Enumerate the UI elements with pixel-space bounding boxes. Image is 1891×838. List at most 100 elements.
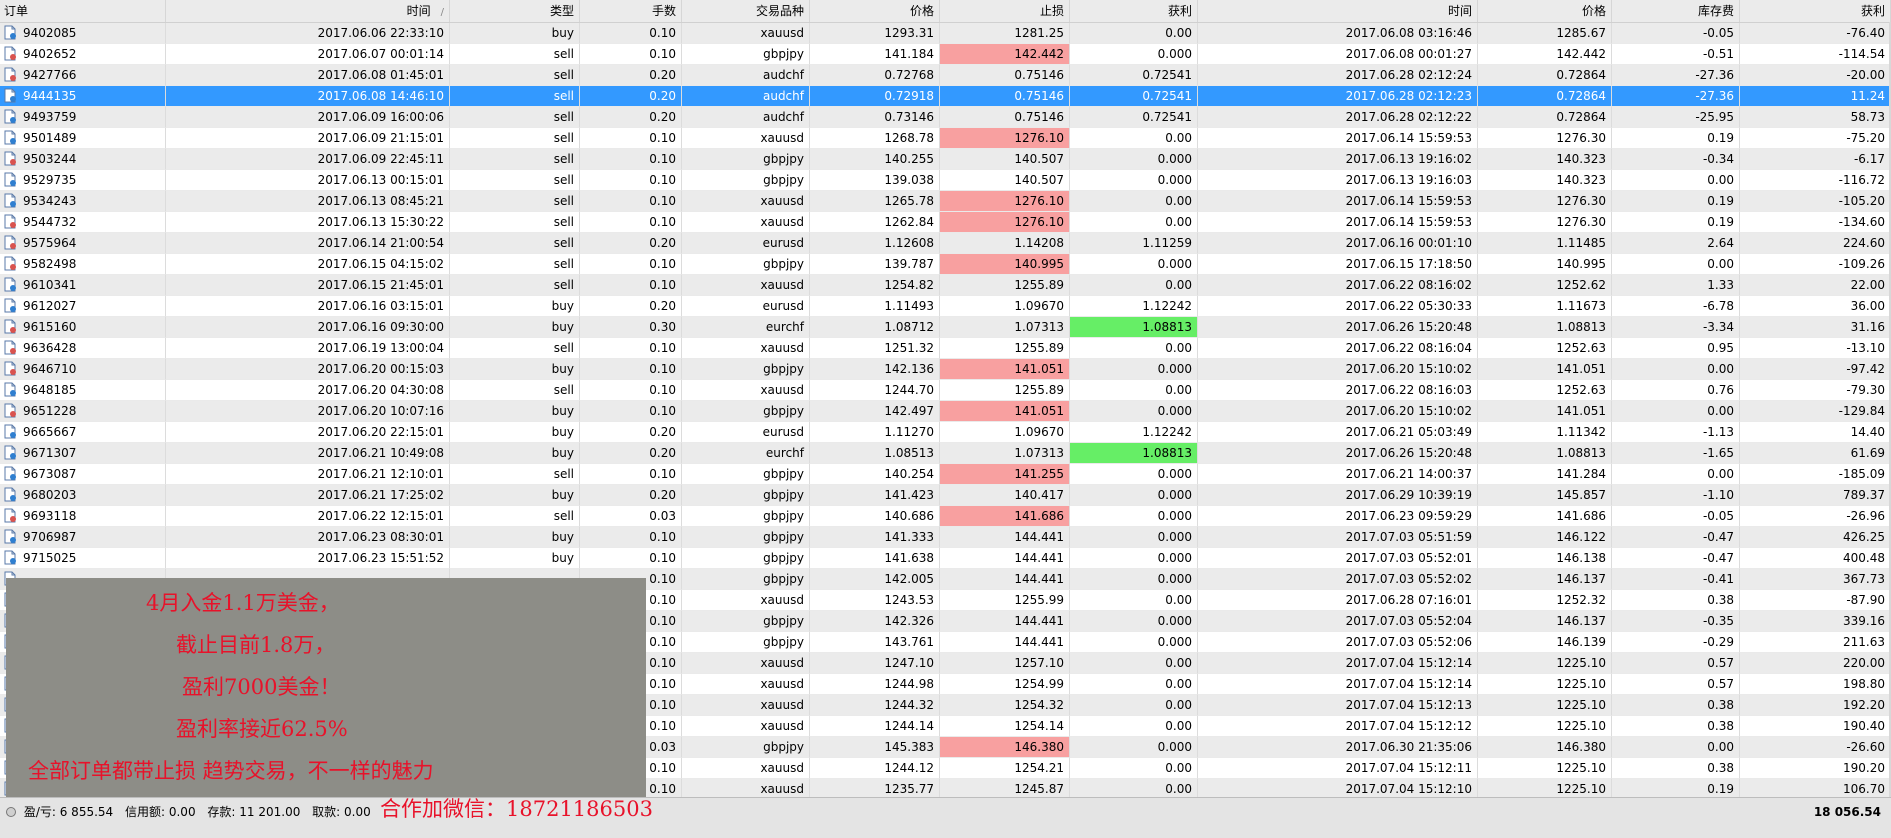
lots-cell: 0.10: [580, 380, 682, 401]
stop-loss-value: 141.051: [1014, 362, 1064, 376]
table-row[interactable]: 9444135 2017.06.08 14:46:10 sell 0.20 audchf…: [0, 86, 1891, 107]
profit-cell: 426.25: [1740, 527, 1891, 548]
symbol-cell: xauusd: [682, 758, 810, 779]
open-time-value: 2017.06.20 04:30:08: [317, 383, 444, 397]
table-row[interactable]: 9648185 2017.06.20 04:30:08 sell 0.10 xauusd…: [0, 380, 1891, 401]
lots-value: 0.10: [649, 530, 676, 544]
table-row[interactable]: 9427766 2017.06.08 01:45:01 sell 0.20 audchf…: [0, 65, 1891, 86]
order-cell: 9706987: [0, 527, 166, 548]
col-symbol[interactable]: 交易品种: [682, 0, 810, 22]
table-row[interactable]: 9582498 2017.06.15 04:15:02 sell 0.10 gbpjpy…: [0, 254, 1891, 275]
take-profit-value: 0.00: [1165, 719, 1192, 733]
profit-value: 426.25: [1843, 530, 1885, 544]
take-profit-value: 0.000: [1157, 152, 1192, 166]
profit-value: -109.26: [1838, 257, 1885, 271]
col-profit[interactable]: 获利: [1740, 0, 1891, 22]
type-cell: buy: [450, 317, 580, 338]
close-price-cell: 1252.62: [1478, 275, 1612, 296]
open-price-value: 1244.12: [884, 761, 934, 775]
close-time-cell: 2017.06.29 10:39:19: [1198, 485, 1478, 506]
table-row[interactable]: 9715025 2017.06.23 15:51:52 buy 0.10 gbpjpy 1…: [0, 548, 1891, 569]
col-close-time[interactable]: 时间: [1198, 0, 1478, 22]
table-row[interactable]: 9636428 2017.06.19 13:00:04 sell 0.10 xauusd…: [0, 338, 1891, 359]
lots-value: 0.20: [649, 110, 676, 124]
col-swap[interactable]: 库存费: [1612, 0, 1740, 22]
take-profit-value: 0.000: [1157, 404, 1192, 418]
col-type[interactable]: 类型: [450, 0, 580, 22]
table-row[interactable]: 9501489 2017.06.09 21:15:01 sell 0.10 xauusd…: [0, 128, 1891, 149]
close-time-value: 2017.07.03 05:52:02: [1345, 572, 1472, 586]
open-price-value: 1251.32: [884, 341, 934, 355]
take-profit-cell: 0.00: [1070, 275, 1198, 296]
take-profit-cell: 0.00: [1070, 695, 1198, 716]
stop-loss-value: 1255.89: [1014, 341, 1064, 355]
profit-cell: -134.60: [1740, 212, 1891, 233]
open-price-cell: 1244.32: [810, 695, 940, 716]
swap-value: -0.05: [1702, 509, 1734, 523]
swap-cell: -0.05: [1612, 506, 1740, 527]
type-cell: sell: [450, 275, 580, 296]
col-stop-loss[interactable]: 止损: [940, 0, 1070, 22]
swap-cell: 0.00: [1612, 401, 1740, 422]
col-order[interactable]: 订单: [0, 0, 166, 22]
col-open-price[interactable]: 价格: [810, 0, 940, 22]
table-row[interactable]: 9651228 2017.06.20 10:07:16 buy 0.10 gbpjpy 1…: [0, 401, 1891, 422]
type-value: buy: [551, 488, 574, 502]
table-row[interactable]: 9610341 2017.06.15 21:45:01 sell 0.10 xauusd…: [0, 275, 1891, 296]
symbol-value: gbpjpy: [763, 362, 804, 376]
lots-value: 0.10: [649, 656, 676, 670]
table-row[interactable]: 9534243 2017.06.13 08:45:21 sell 0.10 xauusd…: [0, 191, 1891, 212]
table-row[interactable]: 9575964 2017.06.14 21:00:54 sell 0.20 eurusd…: [0, 233, 1891, 254]
profit-cell: 198.80: [1740, 674, 1891, 695]
symbol-value: gbpjpy: [763, 152, 804, 166]
table-row[interactable]: 9503244 2017.06.09 22:45:11 sell 0.10 gbpjpy…: [0, 149, 1891, 170]
col-take-profit[interactable]: 获利: [1070, 0, 1198, 22]
take-profit-value: 0.000: [1157, 572, 1192, 586]
close-price-value: 140.995: [1556, 257, 1606, 271]
close-time-cell: 2017.07.03 05:52:06: [1198, 632, 1478, 653]
open-price-value: 1.12608: [884, 236, 934, 250]
order-value: 9680203: [23, 488, 77, 502]
profit-cell: 22.00: [1740, 275, 1891, 296]
table-row[interactable]: 9402652 2017.06.07 00:01:14 sell 0.10 gbpjpy…: [0, 44, 1891, 65]
col-close-price[interactable]: 价格: [1478, 0, 1612, 22]
open-price-value: 142.136: [884, 362, 934, 376]
close-time-value: 2017.06.23 09:59:29: [1345, 509, 1472, 523]
type-value: sell: [553, 467, 574, 481]
header-label: 手数: [651, 4, 676, 18]
open-price-value: 1247.10: [884, 656, 934, 670]
lots-value: 0.10: [649, 383, 676, 397]
take-profit-cell: 0.000: [1070, 44, 1198, 65]
table-row[interactable]: 9493759 2017.06.09 16:00:06 sell 0.20 audchf…: [0, 107, 1891, 128]
table-row[interactable]: 9680203 2017.06.21 17:25:02 buy 0.20 gbpjpy 1…: [0, 485, 1891, 506]
open-price-value: 142.005: [884, 572, 934, 586]
table-row[interactable]: 9402085 2017.06.06 22:33:10 buy 0.10 xauusd 1…: [0, 23, 1891, 44]
table-row[interactable]: 9646710 2017.06.20 00:15:03 buy 0.10 gbpjpy 1…: [0, 359, 1891, 380]
lots-cell: 0.10: [580, 128, 682, 149]
table-row[interactable]: 9671307 2017.06.21 10:49:08 buy 0.20 eurchf 1…: [0, 443, 1891, 464]
open-price-value: 1243.53: [884, 593, 934, 607]
table-row[interactable]: 9693118 2017.06.22 12:15:01 sell 0.03 gbpjpy…: [0, 506, 1891, 527]
stop-loss-value: 142.442: [1014, 47, 1064, 61]
lots-cell: 0.20: [580, 86, 682, 107]
table-row[interactable]: 9615160 2017.06.16 09:30:00 buy 0.30 eurchf 1…: [0, 317, 1891, 338]
col-lots[interactable]: 手数: [580, 0, 682, 22]
stop-loss-value: 144.441: [1014, 551, 1064, 565]
close-time-value: 2017.06.28 02:12:24: [1345, 68, 1472, 82]
table-row[interactable]: 9544732 2017.06.13 15:30:22 sell 0.10 xauusd…: [0, 212, 1891, 233]
type-cell: buy: [450, 359, 580, 380]
order-ticket-icon: [4, 298, 17, 313]
table-row[interactable]: 9612027 2017.06.16 03:15:01 buy 0.20 eurusd 1…: [0, 296, 1891, 317]
table-row[interactable]: 9529735 2017.06.13 00:15:01 sell 0.10 gbpjpy…: [0, 170, 1891, 191]
order-ticket-icon: [4, 319, 17, 334]
table-row[interactable]: 9665667 2017.06.20 22:15:01 buy 0.20 eurusd 1…: [0, 422, 1891, 443]
close-price-cell: 0.72864: [1478, 86, 1612, 107]
col-open-time[interactable]: 时间 /: [166, 0, 450, 22]
order-ticket-icon: [4, 172, 17, 187]
lots-value: 0.20: [649, 299, 676, 313]
symbol-cell: gbpjpy: [682, 611, 810, 632]
table-row[interactable]: 9673087 2017.06.21 12:10:01 sell 0.10 gbpjpy…: [0, 464, 1891, 485]
table-row[interactable]: 9706987 2017.06.23 08:30:01 buy 0.10 gbpjpy 1…: [0, 527, 1891, 548]
open-price-value: 1.11270: [884, 425, 934, 439]
take-profit-cell: 0.000: [1070, 359, 1198, 380]
